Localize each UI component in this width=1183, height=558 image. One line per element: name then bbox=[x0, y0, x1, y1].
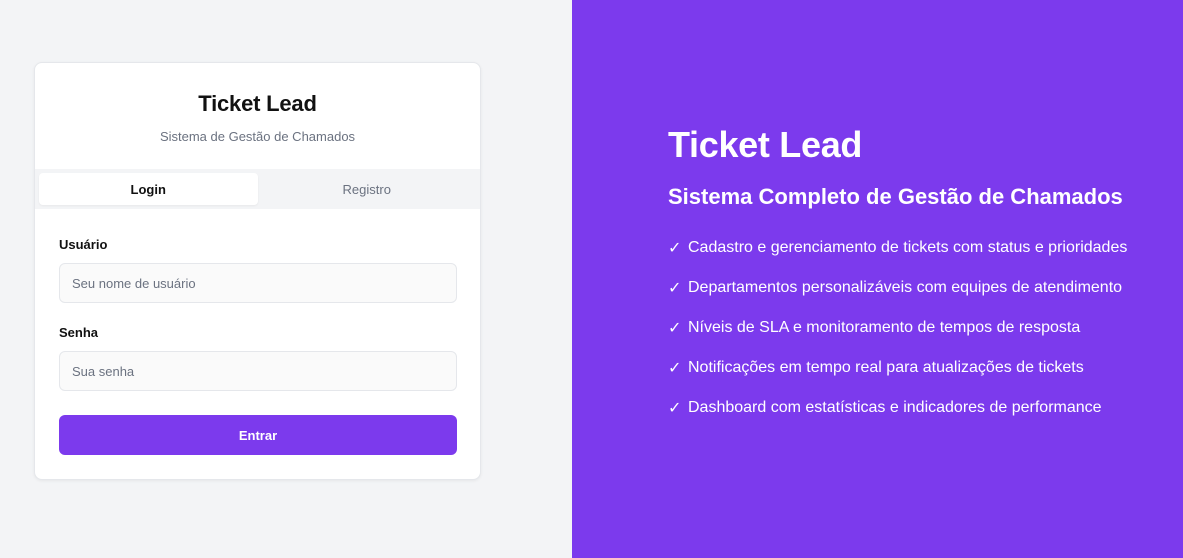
feature-text: Cadastro e gerenciamento de tickets com … bbox=[688, 239, 1128, 256]
username-label: Usuário bbox=[59, 237, 108, 252]
password-field-group: Senha bbox=[59, 325, 457, 391]
feature-item: ✓ Cadastro e gerenciamento de tickets co… bbox=[668, 228, 1183, 268]
card-title: Ticket Lead bbox=[198, 91, 317, 116]
feature-item: ✓ Dashboard com estatísticas e indicador… bbox=[668, 388, 1183, 428]
feature-list: ✓ Cadastro e gerenciamento de tickets co… bbox=[668, 228, 1183, 428]
feature-item: ✓ Notificações em tempo real para atuali… bbox=[668, 348, 1183, 388]
tab-registro[interactable]: Registro bbox=[258, 173, 477, 205]
page: Ticket Lead Sistema de Gestão de Chamado… bbox=[0, 0, 1183, 558]
feature-text: Dashboard com estatísticas e indicadores… bbox=[688, 399, 1102, 416]
feature-text: Notificações em tempo real para atualiza… bbox=[688, 359, 1084, 376]
card-subtitle: Sistema de Gestão de Chamados bbox=[159, 129, 356, 144]
username-field-group: Usuário bbox=[59, 237, 457, 303]
login-panel: Ticket Lead Sistema de Gestão de Chamado… bbox=[0, 0, 572, 558]
check-icon: ✓ bbox=[668, 400, 682, 417]
tab-login[interactable]: Login bbox=[39, 173, 258, 205]
password-label: Senha bbox=[59, 325, 99, 340]
password-input[interactable] bbox=[59, 351, 457, 391]
hero-title: Ticket Lead bbox=[668, 124, 863, 165]
login-submit-button[interactable]: Entrar bbox=[59, 415, 457, 455]
feature-text: Níveis de SLA e monitoramento de tempos … bbox=[688, 319, 1081, 336]
hero-subtitle: Sistema Completo de Gestão de Chamados bbox=[668, 184, 1123, 209]
card-header: Ticket Lead Sistema de Gestão de Chamado… bbox=[35, 63, 480, 169]
check-icon: ✓ bbox=[668, 360, 682, 377]
feature-text: Departamentos personalizáveis com equipe… bbox=[688, 279, 1123, 296]
hero-panel: Ticket Lead Sistema Completo de Gestão d… bbox=[572, 0, 1183, 558]
feature-item: ✓ Níveis de SLA e monitoramento de tempo… bbox=[668, 308, 1183, 348]
login-form: Usuário Senha Entrar bbox=[35, 209, 480, 455]
auth-tabs: Login Registro bbox=[35, 169, 480, 209]
feature-item: ✓ Departamentos personalizáveis com equi… bbox=[668, 268, 1183, 308]
username-input[interactable] bbox=[59, 263, 457, 303]
check-icon: ✓ bbox=[668, 280, 682, 297]
check-icon: ✓ bbox=[668, 240, 682, 257]
login-card: Ticket Lead Sistema de Gestão de Chamado… bbox=[34, 62, 481, 480]
check-icon: ✓ bbox=[668, 320, 682, 337]
